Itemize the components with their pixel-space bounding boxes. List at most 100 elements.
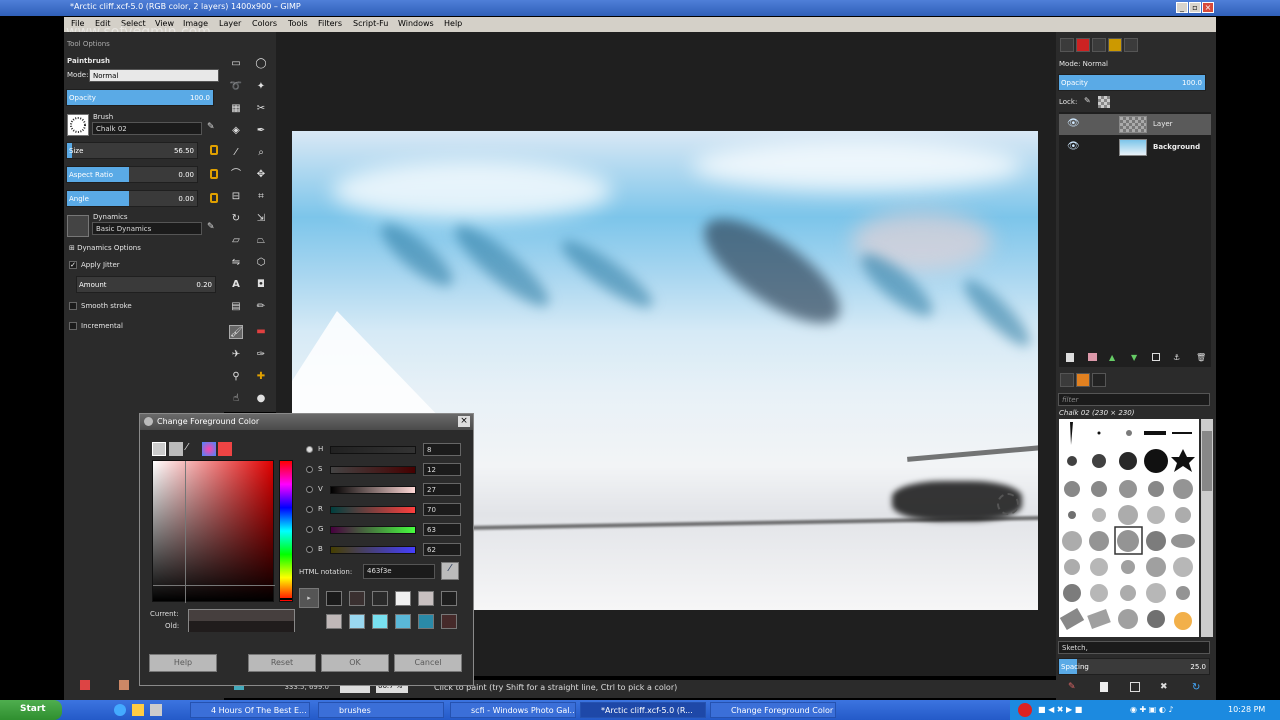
history-swatch[interactable]	[349, 614, 365, 629]
tab-brush-icon[interactable]	[1124, 38, 1138, 52]
lock-alpha-icon[interactable]	[1098, 96, 1110, 108]
palette-selector-icon[interactable]	[218, 442, 232, 456]
incremental-checkbox[interactable]	[69, 322, 77, 330]
minimize-button[interactable]: _	[1176, 2, 1188, 13]
tab-brushes-icon[interactable]	[1060, 373, 1074, 387]
ie-icon[interactable]	[114, 704, 126, 716]
help-button[interactable]: Help	[149, 654, 217, 672]
foreground-select-icon[interactable]: ◈	[229, 124, 243, 138]
menu-colors[interactable]: Colors	[252, 19, 277, 28]
lock-pixels-icon[interactable]: ✎	[1084, 96, 1094, 106]
channel-h-radio[interactable]	[306, 446, 313, 453]
layer-opacity-slider[interactable]: Opacity 100.0	[1058, 74, 1206, 91]
ellipse-select-icon[interactable]: ◯	[254, 57, 268, 71]
s-slider[interactable]	[330, 466, 416, 474]
watercolor-selector-icon[interactable]: ⁄	[186, 442, 200, 456]
add-to-history-button[interactable]: ▸	[299, 588, 319, 608]
menu-filters[interactable]: Filters	[318, 19, 342, 28]
taskbar-item[interactable]: 4 Hours Of The Best E...	[190, 702, 310, 718]
amount-slider[interactable]: Amount 0.20	[76, 276, 216, 293]
anchor-layer-icon[interactable]: ⚓	[1173, 353, 1181, 362]
save-options-icon[interactable]	[80, 680, 90, 690]
bucket-fill-icon[interactable]: ◘	[254, 278, 268, 292]
tab-patterns-icon[interactable]	[1076, 373, 1090, 387]
delete-layer-icon[interactable]: 🗑	[1196, 353, 1206, 362]
size-reset-icon[interactable]	[210, 145, 218, 155]
channel-b-radio[interactable]	[306, 546, 313, 553]
paths-icon[interactable]: ✒	[254, 124, 268, 138]
raise-layer-icon[interactable]: ▲	[1109, 353, 1117, 362]
menu-help[interactable]: Help	[444, 19, 462, 28]
tab-undo-icon[interactable]	[1108, 38, 1122, 52]
fuzzy-select-icon[interactable]: ✦	[254, 80, 268, 94]
measure-icon[interactable]: ⌒	[229, 168, 243, 182]
menu-layer[interactable]: Layer	[219, 19, 241, 28]
spacing-slider[interactable]: Spacing 25.0	[1058, 658, 1210, 675]
scale-icon[interactable]: ⇲	[254, 212, 268, 226]
airbrush-icon[interactable]: ✈	[229, 348, 243, 362]
taskbar-item[interactable]: scfi - Windows Photo Gal...	[450, 702, 576, 718]
h-slider[interactable]	[330, 446, 416, 454]
eye-icon[interactable]: 👁	[1067, 141, 1080, 152]
html-notation-input[interactable]: 463f3e	[363, 564, 435, 579]
taskbar-item[interactable]: *Arctic cliff.xcf-5.0 (R...	[580, 702, 706, 718]
menu-script-fu[interactable]: Script-Fu	[353, 19, 388, 28]
menu-tools[interactable]: Tools	[288, 19, 308, 28]
layer-row[interactable]: 👁 Layer	[1059, 114, 1211, 135]
taskbar-item[interactable]: brushes	[318, 702, 444, 718]
tab-gradients-icon[interactable]	[1092, 373, 1106, 387]
channel-s-radio[interactable]	[306, 466, 313, 473]
size-slider[interactable]: Size 56.50	[66, 142, 198, 159]
perspective-icon[interactable]: ⏢	[254, 234, 268, 248]
align-icon[interactable]: ⊟	[229, 190, 243, 204]
dynamics-preview[interactable]	[67, 215, 89, 237]
channel-g-radio[interactable]	[306, 526, 313, 533]
opacity-slider[interactable]: Opacity 100.0	[66, 89, 214, 106]
wheel-selector-icon[interactable]	[202, 442, 216, 456]
dynamics-options-expander[interactable]: ⊞ Dynamics Options	[69, 244, 141, 252]
scrollbar-thumb[interactable]	[1202, 431, 1212, 491]
rotate-icon[interactable]: ↻	[229, 212, 243, 226]
cmyk-selector-icon[interactable]	[169, 442, 183, 456]
text-icon[interactable]: A	[229, 278, 243, 292]
eyedropper-button[interactable]: ⁄	[441, 562, 459, 580]
history-swatch[interactable]	[395, 591, 411, 606]
channel-r-radio[interactable]	[306, 506, 313, 513]
aspect-slider[interactable]: Aspect Ratio 0.00	[66, 166, 198, 183]
history-swatch[interactable]	[326, 614, 342, 629]
color-select-icon[interactable]: ▦	[229, 102, 243, 116]
history-swatch[interactable]	[441, 591, 457, 606]
brush-filter-field[interactable]: filter	[1058, 393, 1210, 406]
angle-slider[interactable]: Angle 0.00	[66, 190, 198, 207]
history-swatch[interactable]	[418, 591, 434, 606]
color-picker-icon[interactable]: ⁄	[229, 146, 243, 160]
brush-scrollbar[interactable]	[1201, 419, 1213, 637]
history-swatch[interactable]	[372, 614, 388, 629]
history-swatch[interactable]	[395, 614, 411, 629]
dodge-burn-icon[interactable]: ●	[254, 392, 268, 406]
cancel-button[interactable]: Cancel	[394, 654, 462, 672]
edit-brush-icon[interactable]: ✎	[1068, 682, 1078, 692]
refresh-brushes-icon[interactable]: ↻	[1192, 682, 1202, 693]
shear-icon[interactable]: ▱	[229, 234, 243, 248]
history-swatch[interactable]	[326, 591, 342, 606]
new-group-icon[interactable]	[1088, 353, 1097, 361]
maximize-button[interactable]: ▫	[1189, 2, 1201, 13]
tab-channels-icon[interactable]	[1076, 38, 1090, 52]
new-brush-icon[interactable]	[1100, 682, 1108, 692]
history-swatch[interactable]	[349, 591, 365, 606]
layer-mode-value[interactable]: Normal	[1083, 60, 1108, 68]
history-swatch[interactable]	[418, 614, 434, 629]
gimp-selector-icon[interactable]	[152, 442, 166, 456]
duplicate-layer-icon[interactable]	[1152, 353, 1160, 361]
apply-jitter-checkbox[interactable]: ✓	[69, 261, 77, 269]
start-button[interactable]: Start	[0, 700, 62, 720]
mode-dropdown[interactable]: Normal	[89, 69, 219, 82]
smooth-stroke-checkbox[interactable]	[69, 302, 77, 310]
r-spin[interactable]: 70	[423, 503, 461, 516]
brush-field[interactable]: Chalk 02	[92, 122, 202, 135]
taskbar-item[interactable]: Change Foreground Color	[710, 702, 836, 718]
h-spin[interactable]: 8	[423, 443, 461, 456]
channel-v-radio[interactable]	[306, 486, 313, 493]
paintbrush-icon[interactable]: 🖌	[229, 325, 243, 339]
